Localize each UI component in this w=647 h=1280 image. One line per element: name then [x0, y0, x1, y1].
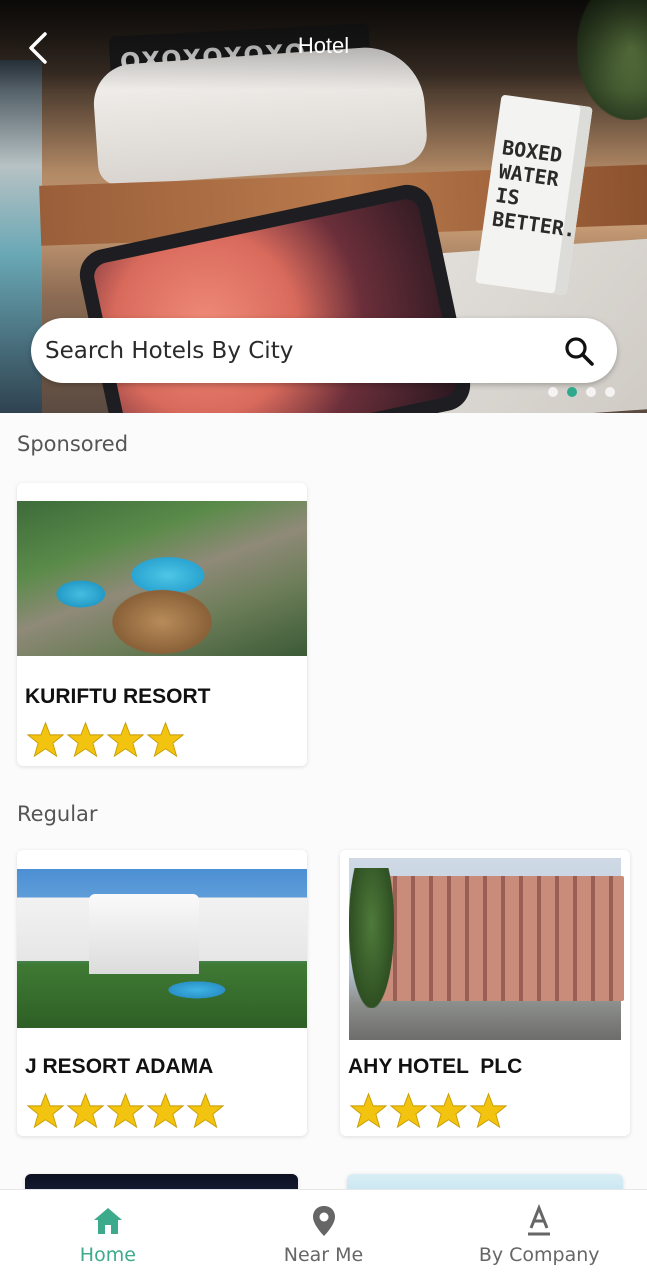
carousel-dot[interactable] [586, 387, 596, 397]
nav-near-me[interactable]: Near Me [216, 1190, 432, 1280]
carousel-dot[interactable] [548, 387, 558, 397]
star-rating [27, 1092, 224, 1129]
search-bar[interactable] [31, 318, 617, 383]
nav-home[interactable]: Home [0, 1190, 216, 1280]
star-icon [350, 1092, 387, 1129]
star-rating [27, 721, 184, 758]
search-input[interactable] [45, 337, 559, 364]
star-icon [107, 1092, 144, 1129]
hotel-card-regular[interactable]: AHY HOTEL PLC [340, 850, 630, 1136]
bottom-navigation: Home Near Me By Company [0, 1189, 647, 1280]
search-icon [565, 336, 594, 366]
star-icon [430, 1092, 467, 1129]
star-rating [350, 1092, 507, 1129]
hotel-name: AHY HOTEL PLC [348, 1055, 523, 1078]
star-icon [147, 1092, 184, 1129]
star-icon [27, 721, 64, 758]
hotel-name: KURIFTU RESORT [25, 685, 211, 708]
hotel-card-sponsored[interactable]: KURIFTU RESORT [17, 483, 307, 766]
carousel-indicator [548, 387, 615, 397]
hotel-card-regular[interactable]: J RESORT ADAMA [17, 850, 307, 1136]
star-icon [390, 1092, 427, 1129]
star-icon [67, 721, 104, 758]
hotel-photo [349, 858, 624, 1040]
star-icon [27, 1092, 64, 1129]
hotel-photo [17, 869, 307, 1028]
nav-label: Near Me [283, 1244, 364, 1266]
star-icon [187, 1092, 224, 1129]
hotel-page: BOXED WATER IS BETTER. Hotel Sponsored K… [0, 0, 647, 1280]
star-icon [147, 721, 184, 758]
nav-label: By Company [478, 1244, 600, 1266]
company-letter-a-icon [528, 1204, 551, 1236]
carousel-dot[interactable] [605, 387, 615, 397]
carousel-dot-active[interactable] [567, 387, 577, 397]
page-title: Hotel [297, 33, 350, 58]
star-icon [107, 721, 144, 758]
hotel-name: J RESORT ADAMA [25, 1055, 214, 1078]
home-icon [93, 1208, 122, 1234]
star-icon [470, 1092, 507, 1129]
carton-text: BOXED WATER IS BETTER. [490, 135, 578, 243]
search-button[interactable] [559, 331, 599, 371]
section-title-regular: Regular [17, 802, 98, 826]
nav-by-company[interactable]: By Company [431, 1190, 647, 1280]
nav-label: Home [79, 1244, 136, 1266]
location-pin-icon [312, 1206, 335, 1236]
star-icon [67, 1092, 104, 1129]
hotel-photo [17, 501, 307, 656]
section-title-sponsored: Sponsored [17, 432, 129, 456]
